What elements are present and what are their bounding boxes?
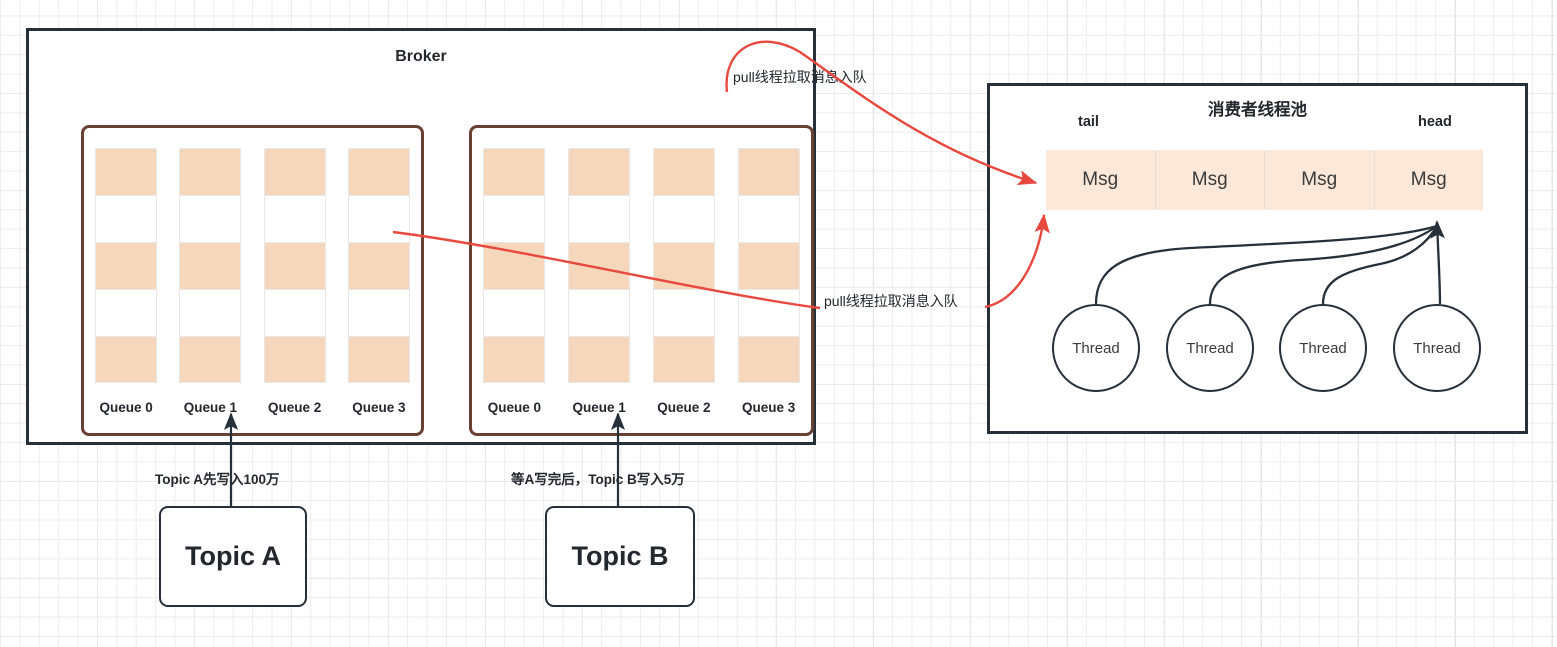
queue-cell <box>179 195 242 242</box>
queue-label: Queue 3 <box>352 400 406 415</box>
pull-arrow-label-bottom: pull线程拉取消息入队 <box>824 293 958 309</box>
queue-group-topic-b: Queue 0 Queue 1 Queue 2 Queue 3 <box>469 125 814 436</box>
queue-label-row: Queue 0 Queue 1 Queue 2 Queue 3 <box>472 400 811 415</box>
queue-cell <box>95 195 158 242</box>
queue-cell <box>737 336 800 383</box>
queue-columns <box>472 148 811 383</box>
queue-label: Queue 1 <box>183 400 238 415</box>
thread-node: Thread <box>1393 304 1481 392</box>
queue-cell <box>483 242 546 289</box>
message-queue-row: Msg Msg Msg Msg <box>1046 150 1483 210</box>
queue-cell <box>347 289 410 336</box>
queue-cell <box>737 148 800 195</box>
queue-columns <box>84 148 421 383</box>
queue-cell <box>483 289 546 336</box>
diagram-canvas: Broker Queue 0 Queue 1 Queue 2 Queue 3 Q… <box>0 0 1557 647</box>
queue-column <box>652 148 715 383</box>
thread-node: Thread <box>1279 304 1367 392</box>
queue-label: Queue 2 <box>657 400 711 415</box>
queue-cell <box>652 195 715 242</box>
queue-cell <box>95 242 158 289</box>
queue-cell <box>652 242 715 289</box>
queue-column <box>568 148 631 383</box>
queue-cell <box>652 148 715 195</box>
queue-cell <box>263 195 326 242</box>
queue-cell <box>652 289 715 336</box>
queue-cell <box>483 195 546 242</box>
thread-node: Thread <box>1166 304 1254 392</box>
queue-label: Queue 3 <box>741 400 796 415</box>
thread-node: Thread <box>1052 304 1140 392</box>
queue-cell <box>568 195 631 242</box>
queue-cell <box>737 195 800 242</box>
topic-b-box: Topic B <box>545 506 695 607</box>
head-label: head <box>1418 114 1452 130</box>
msg-cell: Msg <box>1410 169 1447 190</box>
queue-label: Queue 0 <box>99 400 153 415</box>
queue-cell <box>568 289 631 336</box>
queue-cell <box>263 289 326 336</box>
queue-cell <box>347 195 410 242</box>
queue-cell <box>483 336 546 383</box>
queue-group-topic-a: Queue 0 Queue 1 Queue 2 Queue 3 <box>81 125 424 436</box>
msg-cell: Msg <box>1156 150 1265 210</box>
queue-column <box>347 148 410 383</box>
queue-cell <box>737 242 800 289</box>
broker-title: Broker <box>395 48 447 65</box>
queue-label: Queue 2 <box>267 400 322 415</box>
queue-cell <box>179 336 242 383</box>
queue-cell <box>652 336 715 383</box>
msg-cell: Msg <box>1046 150 1156 210</box>
queue-cell <box>568 148 631 195</box>
topic-a-edge-label: Topic A先写入100万 <box>155 472 280 487</box>
queue-cell <box>179 242 242 289</box>
queue-cell <box>95 148 158 195</box>
queue-column <box>95 148 158 383</box>
queue-cell <box>347 242 410 289</box>
msg-cell: Msg <box>1265 150 1375 210</box>
queue-column <box>737 148 800 383</box>
queue-column <box>263 148 326 383</box>
queue-cell <box>483 148 546 195</box>
queue-cell <box>737 289 800 336</box>
pull-arrow-label-top: pull线程拉取消息入队 <box>733 69 867 85</box>
queue-label-row: Queue 0 Queue 1 Queue 2 Queue 3 <box>84 400 421 415</box>
queue-cell <box>263 148 326 195</box>
queue-label: Queue 0 <box>487 400 542 415</box>
queue-cell <box>263 242 326 289</box>
queue-cell <box>347 148 410 195</box>
queue-cell <box>263 336 326 383</box>
queue-cell <box>179 148 242 195</box>
queue-cell <box>568 336 631 383</box>
broker-container: Broker Queue 0 Queue 1 Queue 2 Queue 3 Q… <box>26 28 816 445</box>
queue-cell <box>95 289 158 336</box>
queue-cell <box>347 336 410 383</box>
queue-cell <box>95 336 158 383</box>
queue-cell <box>568 242 631 289</box>
queue-label: Queue 1 <box>572 400 626 415</box>
tail-label: tail <box>1078 114 1099 130</box>
queue-column <box>483 148 546 383</box>
topic-a-box: Topic A <box>159 506 307 607</box>
queue-cell <box>179 289 242 336</box>
topic-b-edge-label: 等A写完后，Topic B写入5万 <box>511 472 685 487</box>
queue-column <box>179 148 242 383</box>
